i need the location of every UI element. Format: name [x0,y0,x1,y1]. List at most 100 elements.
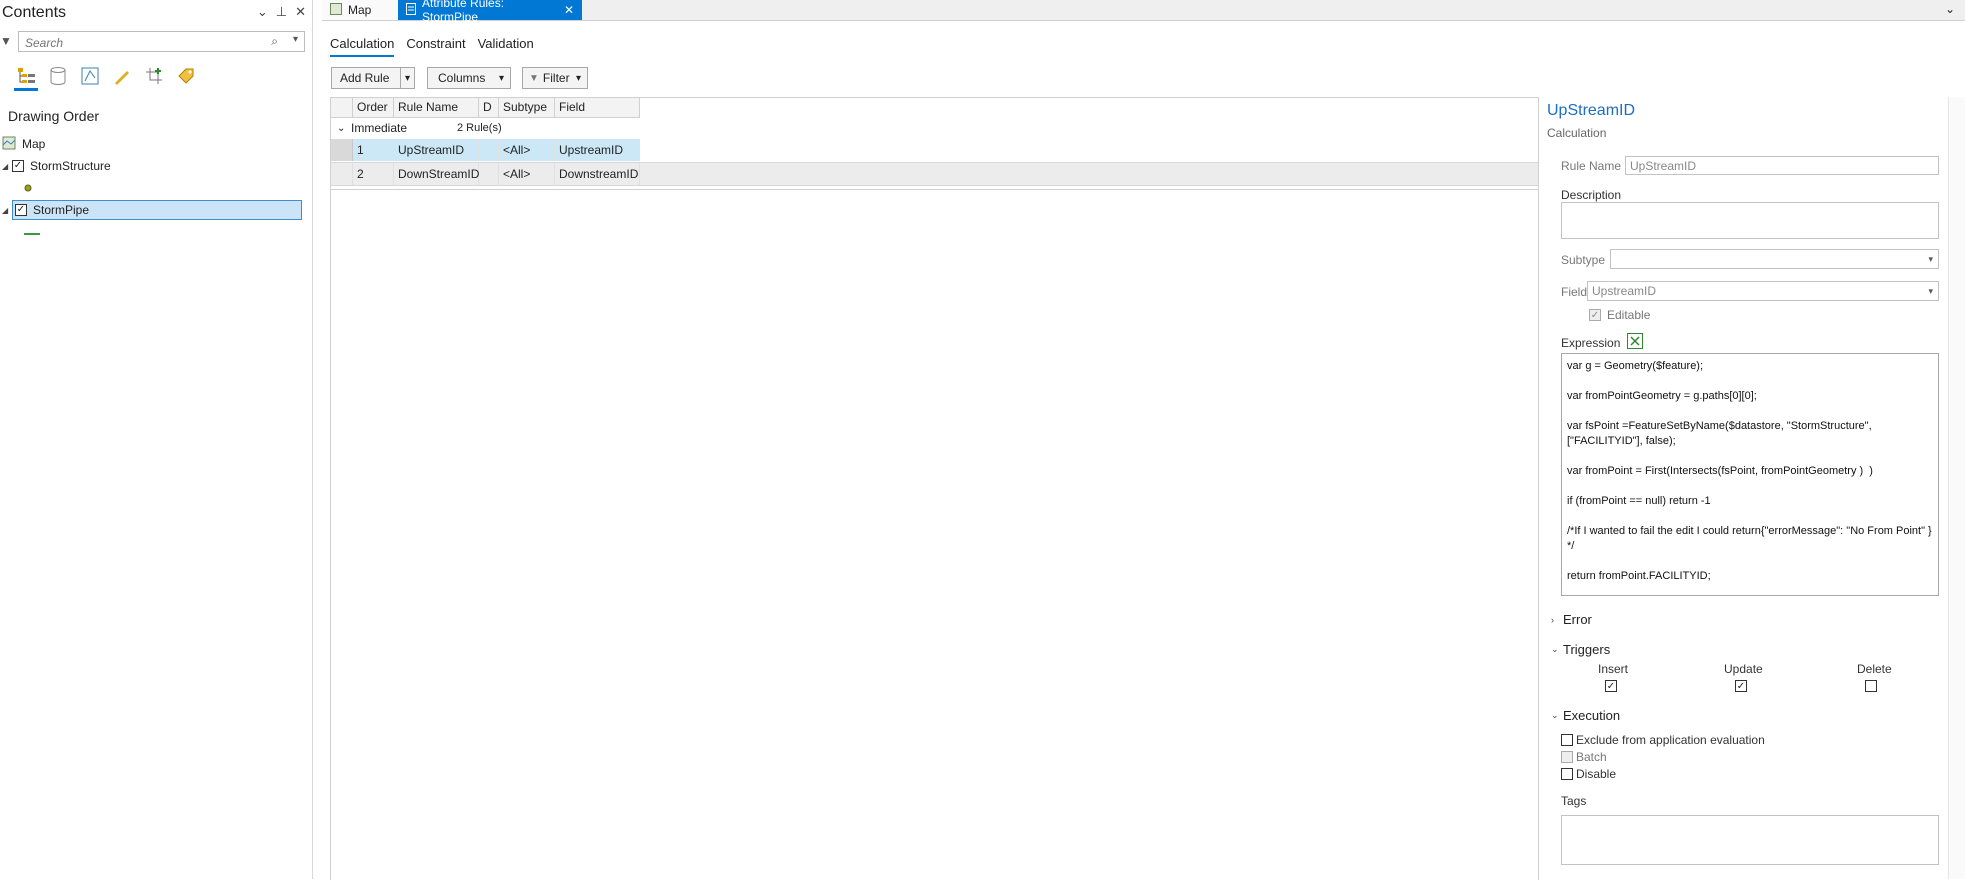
tree-item-stormstructure[interactable]: ◢ ✓ StormStructure [2,155,308,177]
tab-validation[interactable]: Validation [478,36,534,57]
contents-toolbar [14,64,198,91]
editable-label: Editable [1607,308,1651,322]
list-by-data-source-icon[interactable] [46,64,70,88]
editable-checkbox[interactable]: ✓ [1589,309,1601,321]
cell-subtype: <All> [499,139,555,161]
disable-label: Disable [1576,767,1617,781]
add-rule-button[interactable]: Add Rule ▾ [331,67,415,89]
table-row[interactable]: 1 UpStreamID <All> UpstreamID [331,139,1538,161]
details-scrollbar[interactable] [1948,97,1965,879]
pin-icon[interactable]: ⊥ [276,4,287,20]
tab-calculation[interactable]: Calculation [330,36,395,57]
subtype-label: Subtype [1561,253,1606,267]
search-options-chevron-icon[interactable]: ▾ [293,34,298,45]
list-by-snapping-icon[interactable] [142,64,166,88]
column-header-d[interactable]: D [479,98,499,117]
column-header-order[interactable]: Order [353,98,394,117]
table-icon [406,2,416,18]
list-by-editing-icon[interactable] [110,64,134,88]
tab-attribute-rules[interactable]: Attribute Rules: StormPipe ✕ [398,0,582,24]
description-label: Description [1561,188,1622,202]
selected-layer-row[interactable]: ✓ StormPipe [12,200,302,220]
button-label: Add Rule [340,71,390,85]
search-input[interactable] [23,32,267,53]
editable-checkbox-row: ✓ Editable [1589,308,1650,322]
update-checkbox[interactable]: ✓ [1735,680,1747,692]
filter-icon[interactable]: ▼ [0,34,12,48]
search-box[interactable]: ⌕ ▾ [18,31,305,53]
chevron-down-icon[interactable]: ⌄ [257,4,268,20]
rule-name-input[interactable]: UpStreamID [1625,156,1939,175]
batch-row: Batch [1561,750,1607,764]
batch-checkbox[interactable] [1561,751,1573,763]
exclude-checkbox[interactable] [1561,734,1573,746]
filter-button[interactable]: ▼ Filter ▾ [522,67,588,89]
expression-label: Expression [1561,336,1621,350]
rule-type-tabs: Calculation Constraint Validation [330,36,534,57]
button-label: Columns [438,71,486,85]
grid-divider [331,189,1538,190]
description-input[interactable] [1561,202,1939,239]
chevron-down-icon: ▾ [1928,253,1933,264]
row-selector[interactable] [331,139,353,161]
point-symbol-icon [24,181,32,195]
tags-input[interactable] [1561,815,1939,865]
close-tab-icon[interactable]: ✕ [564,3,574,17]
cell-order: 2 [353,163,394,185]
chevron-down-icon[interactable]: ⌄ [1945,2,1955,16]
section-label: Error [1563,612,1592,627]
delete-checkbox[interactable] [1865,680,1877,692]
chevron-down-icon[interactable]: ▾ [399,68,414,88]
tab-constraint[interactable]: Constraint [406,36,465,57]
chevron-down-icon[interactable]: ⌄ [337,123,349,134]
point-symbol-row [2,177,308,199]
document-tabstrip: Map Attribute Rules: StormPipe ✕ ⌄ [322,0,1965,24]
chevron-down-icon: ▾ [575,72,581,84]
list-by-labeling-icon[interactable] [174,64,198,88]
disable-checkbox[interactable] [1561,768,1573,780]
cell-subtype: <All> [499,163,555,185]
section-label: Execution [1563,708,1621,723]
expression-builder-icon[interactable] [1627,333,1643,352]
tab-label: Attribute Rules: StormPipe [422,0,505,24]
layer-tree: Map ◢ ✓ StormStructure ◢ ✓ StormPipe [2,133,308,243]
filter-icon: ▼ [529,72,539,84]
error-section-header[interactable]: › Error [1551,612,1592,627]
triggers-section-header[interactable]: ⌄ Triggers [1551,642,1610,657]
contents-pane: Contents ⌄ ⊥ ✕ ▼ ⌕ ▾ Drawing Order [0,0,313,879]
table-row[interactable]: 2 DownStreamID <All> DownstreamID [331,162,1538,186]
expand-icon[interactable]: ◢ [2,162,12,171]
chevron-down-icon: ▾ [498,72,504,84]
execution-section-header[interactable]: ⌄ Execution [1551,708,1620,723]
columns-button[interactable]: Columns ▾ [427,67,511,89]
column-header-subtype[interactable]: Subtype [499,98,555,117]
group-row-immediate[interactable]: ⌄ Immediate 2 Rule(s) [331,118,1538,138]
layer-visibility-checkbox[interactable]: ✓ [15,204,27,216]
tree-item-stormpipe[interactable]: ◢ ✓ StormPipe [2,199,308,221]
search-icon[interactable]: ⌕ [271,34,278,49]
subtype-select[interactable]: ▾ [1610,249,1939,269]
layer-visibility-checkbox[interactable]: ✓ [12,160,24,172]
batch-label: Batch [1576,750,1607,764]
close-icon[interactable]: ✕ [295,4,306,20]
field-label: Field [1561,285,1588,299]
exclude-label: Exclude from application evaluation [1576,733,1765,747]
insert-checkbox[interactable]: ✓ [1605,680,1617,692]
section-label: Triggers [1563,642,1611,657]
delete-label: Delete [1857,662,1892,676]
column-header-rule-name[interactable]: Rule Name [394,98,479,117]
rule-type-subtitle: Calculation [1547,126,1607,140]
expand-icon[interactable]: ◢ [2,206,12,215]
field-select-value: UpstreamID [1592,284,1657,298]
list-by-drawing-order-icon[interactable] [14,64,38,91]
grid-header: Order Rule Name D Subtype Field [331,98,640,118]
rule-title: UpStreamID [1547,102,1636,119]
map-icon [330,2,342,18]
column-header-field[interactable]: Field [555,98,640,117]
tree-item-map[interactable]: Map [2,133,308,155]
cell-rule-name: UpStreamID [394,139,479,161]
list-by-selection-icon[interactable] [78,64,102,88]
expression-editor[interactable]: var g = Geometry($feature); var fromPoin… [1561,353,1939,596]
row-selector[interactable] [331,163,353,185]
field-select[interactable]: UpstreamID ▾ [1587,281,1939,301]
